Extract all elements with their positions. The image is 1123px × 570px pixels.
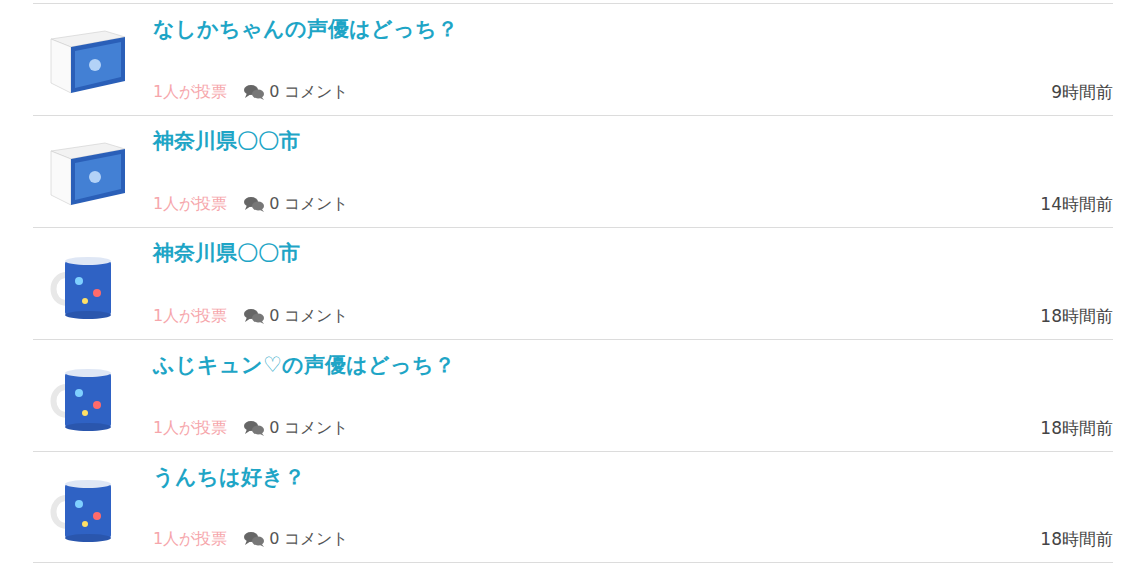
poll-body: 神奈川県〇〇市 1人が投票 0 コメント 14時間前 <box>153 116 1113 227</box>
comment-count: 0 コメント <box>269 304 348 328</box>
poll-meta: 1人が投票 0 コメント 18時間前 <box>153 416 1113 442</box>
comment-icon <box>243 84 265 100</box>
poll-row[interactable]: 神奈川県〇〇市 1人が投票 0 コメント 18時間前 <box>33 227 1113 339</box>
post-time: 9時間前 <box>1051 80 1113 106</box>
post-time: 18時間前 <box>1040 527 1113 553</box>
poll-body: ふじキュン♡の声優はどっち？ 1人が投票 0 コメント 18時間前 <box>153 340 1113 451</box>
poll-title[interactable]: うんちは好き？ <box>153 464 1113 491</box>
comment-icon <box>243 420 265 436</box>
thumb-column <box>33 340 153 451</box>
comment-count: 0 コメント <box>269 527 348 551</box>
thumb-column <box>33 116 153 227</box>
thumb-column <box>33 452 153 562</box>
post-time: 14時間前 <box>1040 192 1113 218</box>
poll-row[interactable]: ふじキュン♡の声優はどっち？ 1人が投票 0 コメント 18時間前 <box>33 339 1113 451</box>
vote-count: 1人が投票 <box>153 527 227 551</box>
poll-meta: 1人が投票 0 コメント 9時間前 <box>153 80 1113 106</box>
comment-icon <box>243 308 265 324</box>
poll-row[interactable]: なしかちゃんの声優はどっち？ 1人が投票 0 コメント 9時間前 <box>33 3 1113 115</box>
poll-body: なしかちゃんの声優はどっち？ 1人が投票 0 コメント 9時間前 <box>153 4 1113 115</box>
mug-icon[interactable] <box>45 464 131 550</box>
mug-icon[interactable] <box>45 353 131 439</box>
poll-list: なしかちゃんの声優はどっち？ 1人が投票 0 コメント 9時間前神奈川県〇〇市 1人が投… <box>0 0 1123 563</box>
poll-body: 神奈川県〇〇市 1人が投票 0 コメント 18時間前 <box>153 228 1113 339</box>
mug-icon[interactable] <box>45 241 131 327</box>
poll-body: うんちは好き？ 1人が投票 0 コメント 18時間前 <box>153 452 1113 562</box>
thumb-column <box>33 4 153 115</box>
thumb-column <box>33 228 153 339</box>
poll-meta: 1人が投票 0 コメント 18時間前 <box>153 304 1113 330</box>
vote-count: 1人が投票 <box>153 80 227 104</box>
poll-title[interactable]: 神奈川県〇〇市 <box>153 240 1113 267</box>
vote-count: 1人が投票 <box>153 304 227 328</box>
comment-count: 0 コメント <box>269 80 348 104</box>
post-time: 18時間前 <box>1040 304 1113 330</box>
poll-row[interactable]: うんちは好き？ 1人が投票 0 コメント 18時間前 <box>33 451 1113 563</box>
poll-title[interactable]: 神奈川県〇〇市 <box>153 128 1113 155</box>
poll-title[interactable]: ふじキュン♡の声優はどっち？ <box>153 352 1113 379</box>
comment-count: 0 コメント <box>269 416 348 440</box>
post-time: 18時間前 <box>1040 416 1113 442</box>
box-icon[interactable] <box>45 17 131 103</box>
vote-count: 1人が投票 <box>153 416 227 440</box>
poll-title[interactable]: なしかちゃんの声優はどっち？ <box>153 16 1113 43</box>
box-icon[interactable] <box>45 129 131 215</box>
poll-row[interactable]: 神奈川県〇〇市 1人が投票 0 コメント 14時間前 <box>33 115 1113 227</box>
poll-meta: 1人が投票 0 コメント 18時間前 <box>153 527 1113 553</box>
comment-count: 0 コメント <box>269 192 348 216</box>
vote-count: 1人が投票 <box>153 192 227 216</box>
comment-icon <box>243 531 265 547</box>
comment-icon <box>243 196 265 212</box>
poll-meta: 1人が投票 0 コメント 14時間前 <box>153 192 1113 218</box>
